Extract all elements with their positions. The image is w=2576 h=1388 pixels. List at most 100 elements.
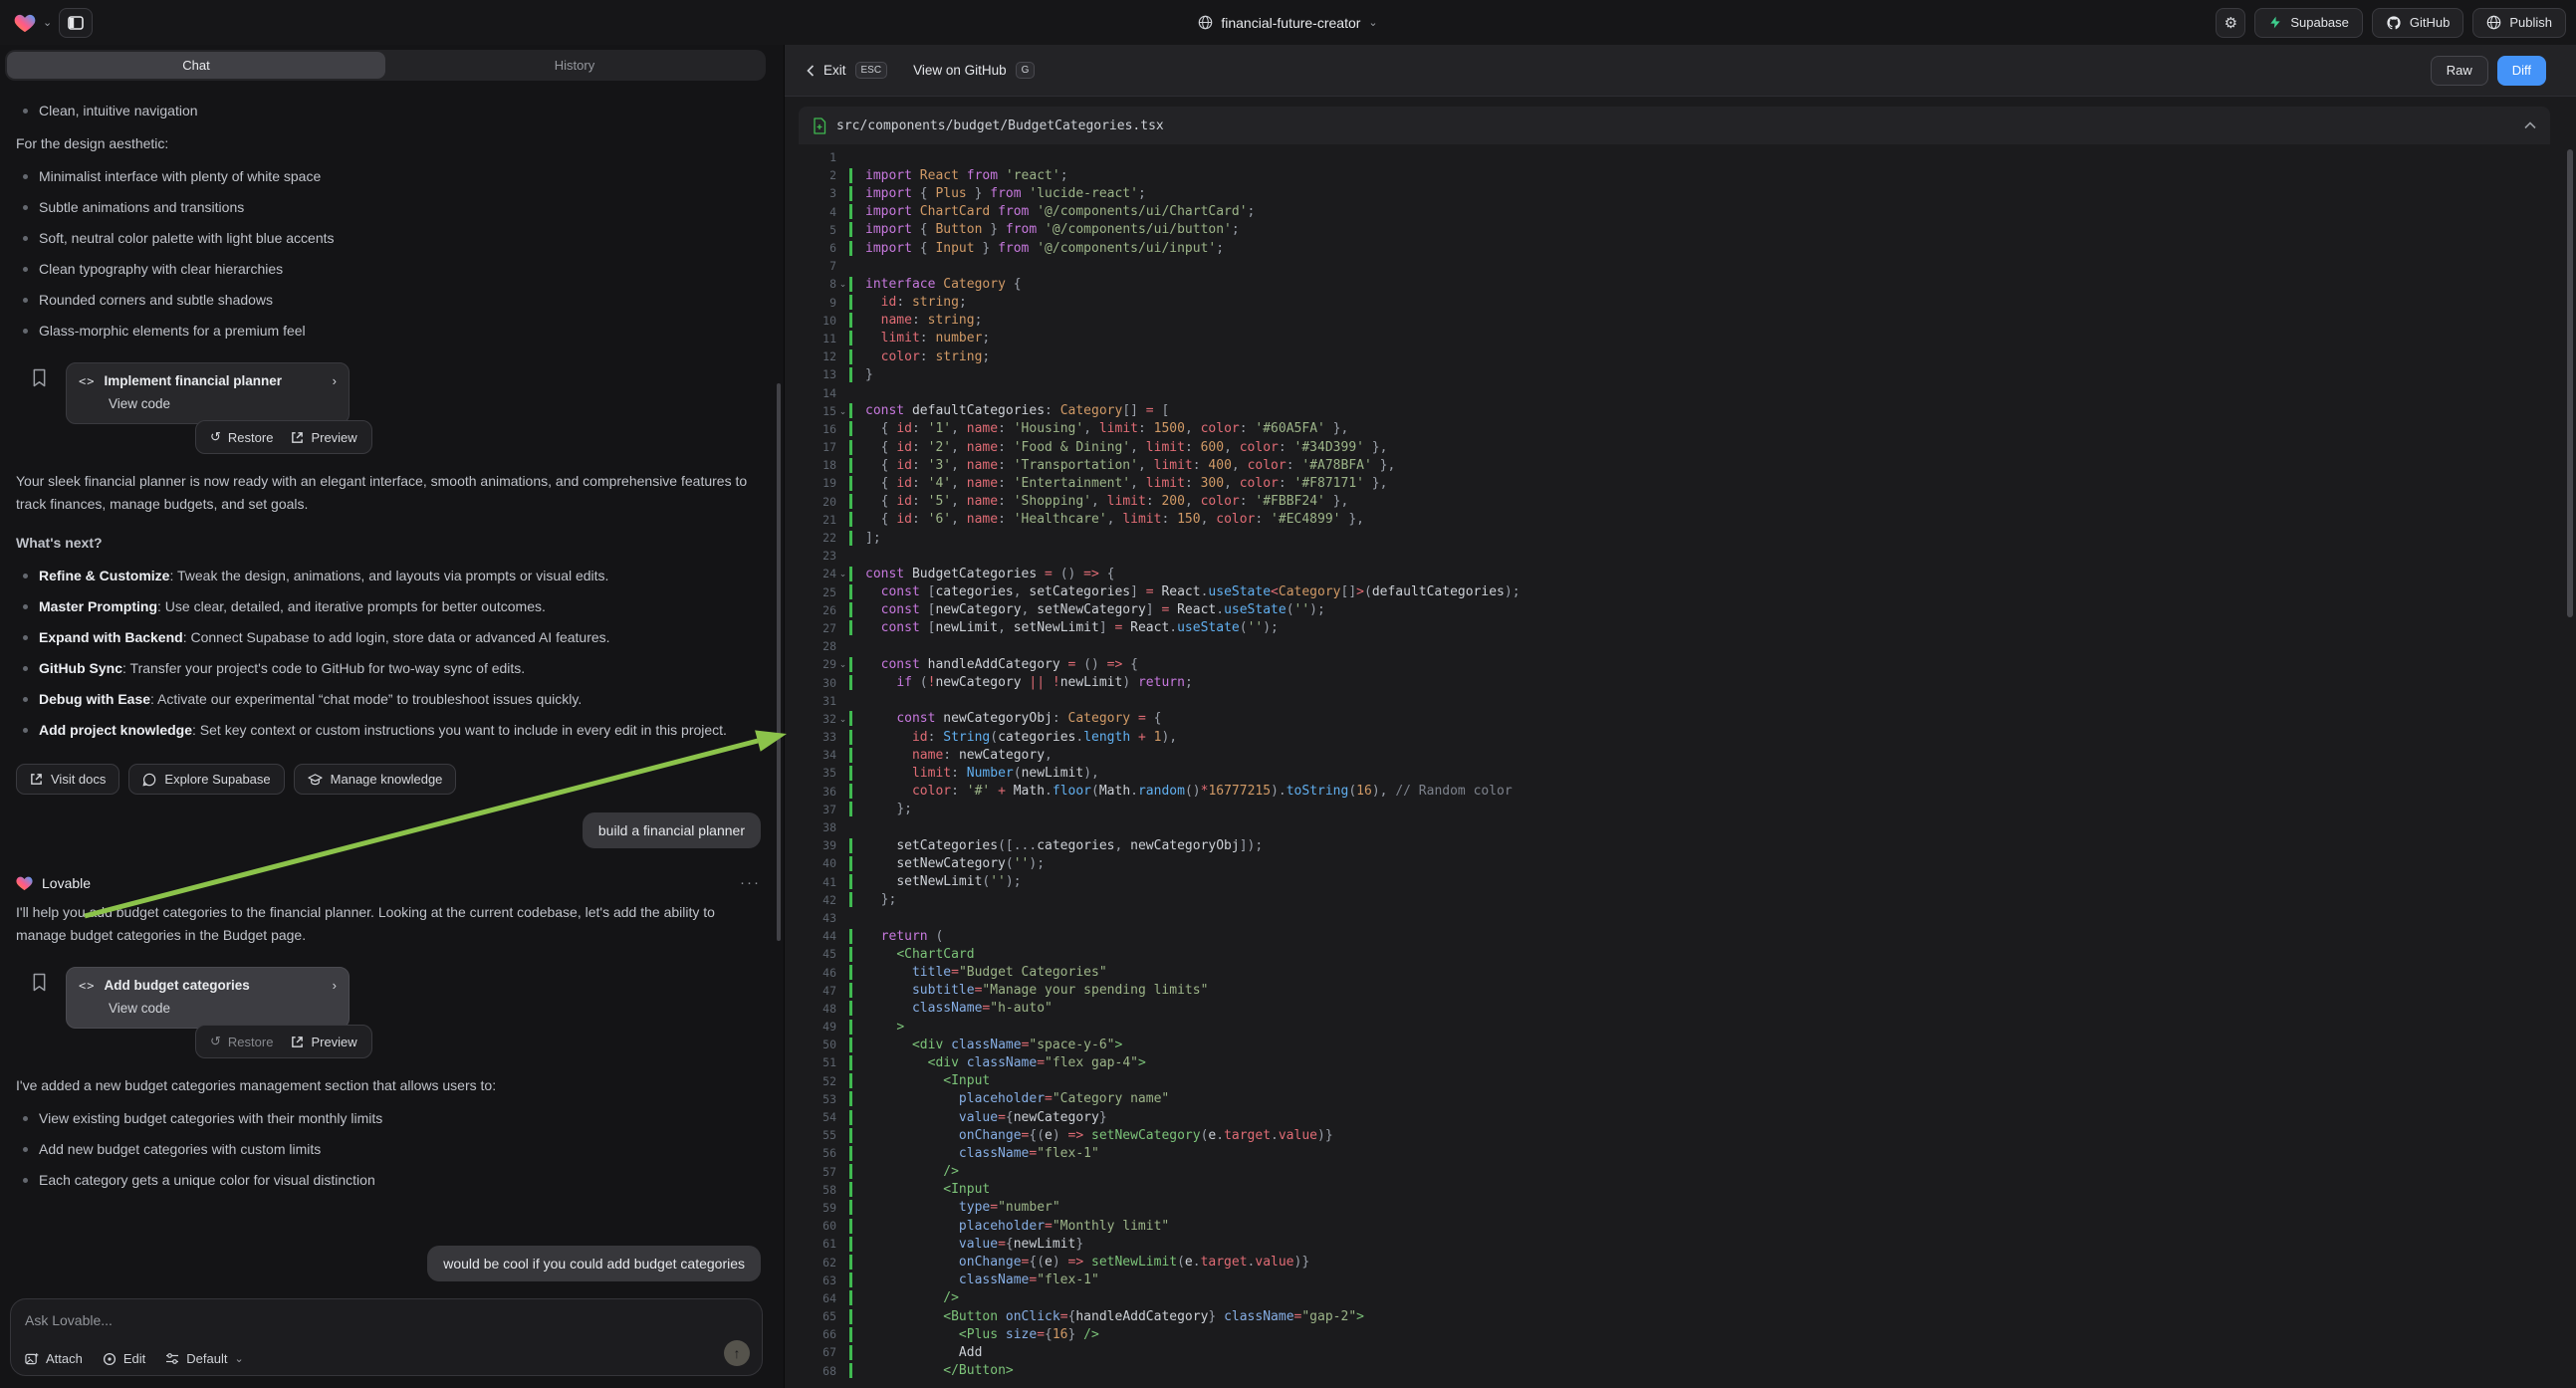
- line-number: 14: [799, 386, 836, 400]
- bullet-item: Glass-morphic elements for a premium fee…: [16, 320, 761, 343]
- code-line: 26 const [newCategory, setNewCategory] =…: [799, 601, 2550, 619]
- top-bar-right: ⚙ Supabase GitHub Publish: [2216, 0, 2566, 45]
- bullet-item: Clean, intuitive navigation: [16, 100, 761, 122]
- mode-selector[interactable]: Default ⌄: [165, 1351, 243, 1366]
- assistant-header: Lovable ···: [16, 874, 761, 891]
- publish-globe-icon: [2486, 15, 2501, 30]
- code-line: 61 value={newLimit}: [799, 1235, 2550, 1253]
- user-message-1: build a financial planner: [583, 812, 761, 848]
- line-number: 30: [799, 676, 836, 690]
- line-number: 31: [799, 694, 836, 708]
- line-number: 41: [799, 875, 836, 889]
- visit-docs-button[interactable]: Visit docs: [16, 764, 119, 795]
- line-number: 2: [799, 168, 836, 182]
- code-line: 8⌄interface Category {: [799, 275, 2550, 293]
- line-number: 13: [799, 367, 836, 381]
- code-line: 53 placeholder="Category name": [799, 1090, 2550, 1108]
- view-on-github-button[interactable]: View on GitHub G: [913, 62, 1035, 79]
- restore-button[interactable]: ↺Restore: [210, 1034, 273, 1049]
- code-line: 12 color: string;: [799, 347, 2550, 365]
- github-button[interactable]: GitHub: [2372, 8, 2463, 38]
- supabase-button[interactable]: Supabase: [2254, 8, 2363, 38]
- version-card-title: Add budget categories: [104, 978, 323, 993]
- preview-button[interactable]: Preview: [291, 430, 356, 445]
- raw-toggle-button[interactable]: Raw: [2431, 56, 2488, 86]
- tab-history[interactable]: History: [385, 52, 764, 79]
- code-line: 58 <Input: [799, 1181, 2550, 1199]
- publish-button[interactable]: Publish: [2472, 8, 2566, 38]
- version-card-add-budget-categories[interactable]: <> Add budget categories › View code: [66, 967, 350, 1029]
- chat-scrollbar[interactable]: [777, 383, 781, 941]
- line-number: 44: [799, 929, 836, 943]
- collapse-file-button[interactable]: [2524, 121, 2536, 129]
- attach-button[interactable]: Attach: [25, 1351, 83, 1366]
- project-name: financial-future-creator: [1221, 15, 1360, 31]
- external-link-icon: [30, 773, 43, 786]
- line-number: 35: [799, 766, 836, 780]
- line-number: 59: [799, 1201, 836, 1215]
- line-number: 55: [799, 1128, 836, 1142]
- bullet-item: Refine & Customize: Tweak the design, an…: [16, 565, 761, 587]
- project-switcher[interactable]: financial-future-creator ⌄: [0, 0, 2576, 45]
- bullet-item: Soft, neutral color palette with light b…: [16, 227, 761, 250]
- restore-button[interactable]: ↺Restore: [210, 429, 273, 445]
- fold-chevron-icon[interactable]: ⌄: [836, 275, 849, 293]
- view-code-link[interactable]: View code: [109, 1001, 337, 1016]
- fold-chevron-icon[interactable]: ⌄: [836, 710, 849, 728]
- fold-chevron-icon[interactable]: ⌄: [836, 565, 849, 582]
- code-line: 68 </Button>: [799, 1362, 2550, 1380]
- line-number: 8: [799, 277, 836, 291]
- line-number: 3: [799, 186, 836, 200]
- view-code-link[interactable]: View code: [109, 396, 337, 411]
- line-number: 51: [799, 1055, 836, 1069]
- line-number: 64: [799, 1291, 836, 1305]
- bookmark-icon[interactable]: [32, 368, 47, 387]
- code-line: 21 { id: '6', name: 'Healthcare', limit:…: [799, 511, 2550, 529]
- whats-next-heading: What's next?: [16, 532, 761, 555]
- code-line: 44 return (: [799, 927, 2550, 945]
- composer[interactable]: Ask Lovable... Attach Edit Default ⌄ ↑: [10, 1298, 763, 1376]
- code-line: 54 value={newCategory}: [799, 1108, 2550, 1126]
- code-line: 51 <div className="flex gap-4">: [799, 1053, 2550, 1071]
- tab-chat[interactable]: Chat: [7, 52, 385, 79]
- code-line: 10 name: string;: [799, 312, 2550, 330]
- code-line: 46 title="Budget Categories": [799, 963, 2550, 981]
- send-button[interactable]: ↑: [724, 1340, 750, 1366]
- preview-button[interactable]: Preview: [291, 1035, 356, 1049]
- exit-button[interactable]: Exit ESC: [807, 62, 887, 79]
- composer-input[interactable]: Ask Lovable...: [25, 1312, 748, 1328]
- line-number: 39: [799, 838, 836, 852]
- code-scrollbar[interactable]: [2567, 149, 2573, 617]
- code-line: 33 id: String(categories.length + 1),: [799, 728, 2550, 746]
- version-card-implement-financial-planner[interactable]: <> Implement financial planner › View co…: [66, 362, 350, 424]
- attach-image-icon: [25, 1352, 39, 1366]
- fold-chevron-icon[interactable]: ⌄: [836, 402, 849, 420]
- message-menu-icon[interactable]: ···: [740, 874, 761, 891]
- added-file-icon: [813, 117, 826, 134]
- code-line: 2import React from 'react';: [799, 166, 2550, 184]
- line-number: 40: [799, 856, 836, 870]
- diff-toggle-button[interactable]: Diff: [2497, 56, 2546, 86]
- line-number: 11: [799, 332, 836, 346]
- gear-icon: ⚙: [2225, 14, 2237, 32]
- code-line: 7: [799, 257, 2550, 275]
- chevron-right-icon[interactable]: ›: [333, 373, 337, 388]
- user-message-row: build a financial planner: [16, 812, 761, 848]
- bullet-item: Master Prompting: Use clear, detailed, a…: [16, 595, 761, 618]
- line-number: 60: [799, 1219, 836, 1233]
- manage-knowledge-button[interactable]: Manage knowledge: [294, 764, 457, 795]
- bullet-item: Minimalist interface with plenty of whit…: [16, 165, 761, 188]
- esc-key-badge: ESC: [855, 62, 888, 79]
- bookmark-icon[interactable]: [32, 973, 47, 992]
- chevron-right-icon[interactable]: ›: [333, 978, 337, 993]
- version-actions: ↺Restore Preview: [195, 1025, 372, 1058]
- line-number: 17: [799, 440, 836, 454]
- file-header[interactable]: src/components/budget/BudgetCategories.t…: [799, 107, 2550, 144]
- code-line: 55 onChange={(e) => setNewCategory(e.tar…: [799, 1126, 2550, 1144]
- code-line: 65 <Button onClick={handleAddCategory} c…: [799, 1307, 2550, 1325]
- edit-button[interactable]: Edit: [103, 1351, 145, 1366]
- line-number: 37: [799, 803, 836, 816]
- settings-button[interactable]: ⚙: [2216, 8, 2245, 38]
- explore-supabase-button[interactable]: Explore Supabase: [128, 764, 284, 795]
- fold-chevron-icon[interactable]: ⌄: [836, 655, 849, 673]
